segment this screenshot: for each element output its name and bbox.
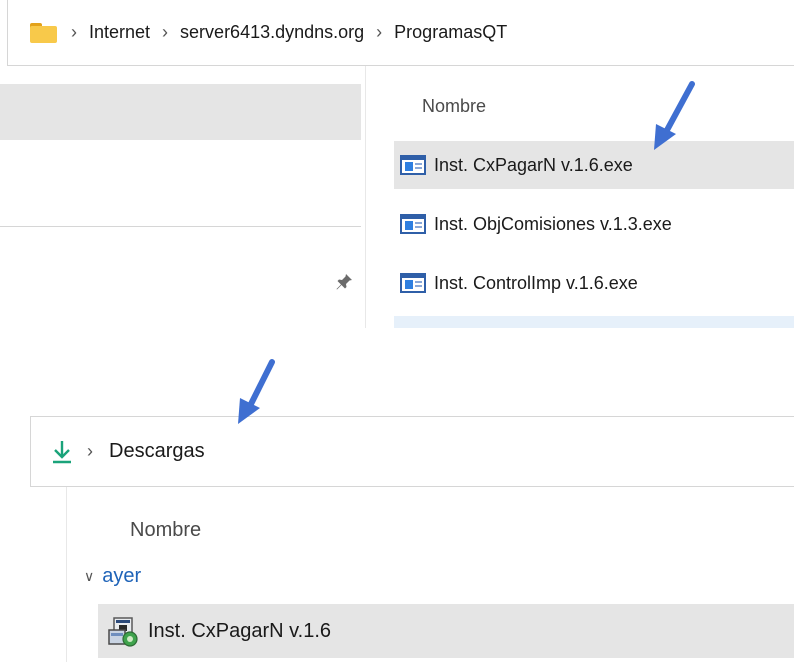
pane-divider	[66, 487, 67, 662]
pane-divider	[365, 66, 366, 328]
address-bar[interactable]: › Internet › server6413.dyndns.org › Pro…	[7, 0, 794, 66]
breadcrumb-chevron-icon[interactable]: ›	[87, 441, 93, 462]
breadcrumb-chevron-icon[interactable]: ›	[162, 22, 168, 43]
nav-pane-selected-item[interactable]	[0, 84, 361, 140]
nav-pane-divider	[0, 226, 361, 227]
download-arrow-icon	[53, 440, 71, 463]
breadcrumb-chevron-icon[interactable]: ›	[71, 22, 77, 43]
setup-installer-icon	[108, 617, 138, 647]
breadcrumb-programasqt[interactable]: ProgramasQT	[394, 22, 507, 43]
file-name: Inst. ControlImp v.1.6.exe	[434, 272, 638, 293]
breadcrumb-server[interactable]: server6413.dyndns.org	[180, 22, 364, 43]
breadcrumb-internet[interactable]: Internet	[89, 22, 150, 43]
file-row[interactable]: Inst. CxPagarN v.1.6.exe	[394, 141, 794, 189]
file-name: Inst. ObjComisiones v.1.3.exe	[434, 213, 672, 234]
folder-icon	[30, 22, 57, 43]
file-row-hover[interactable]	[394, 316, 794, 328]
annotation-arrow-icon	[654, 81, 695, 150]
download-row[interactable]: Inst. CxPagarN v.1.6	[98, 604, 794, 658]
pin-icon[interactable]	[335, 273, 353, 291]
column-header-nombre[interactable]: Nombre	[422, 96, 486, 117]
file-row[interactable]: Inst. ObjComisiones v.1.3.exe	[394, 200, 794, 248]
downloads-address-bar[interactable]: › Descargas	[30, 416, 794, 487]
exe-file-icon	[400, 155, 426, 175]
breadcrumb-chevron-icon[interactable]: ›	[376, 22, 382, 43]
file-name: Inst. CxPagarN v.1.6.exe	[434, 154, 633, 175]
group-label: ayer	[102, 565, 142, 587]
exe-file-icon	[400, 273, 426, 293]
file-row[interactable]: Inst. ControlImp v.1.6.exe	[394, 259, 794, 307]
group-header-ayer[interactable]: ∨ ayer	[84, 565, 141, 588]
breadcrumb-descargas[interactable]: Descargas	[109, 440, 205, 463]
exe-file-icon	[400, 214, 426, 234]
chevron-down-icon[interactable]: ∨	[84, 568, 94, 585]
annotation-arrow-icon	[238, 359, 275, 424]
download-file-name: Inst. CxPagarN v.1.6	[148, 619, 332, 642]
column-header-nombre[interactable]: Nombre	[130, 519, 201, 542]
